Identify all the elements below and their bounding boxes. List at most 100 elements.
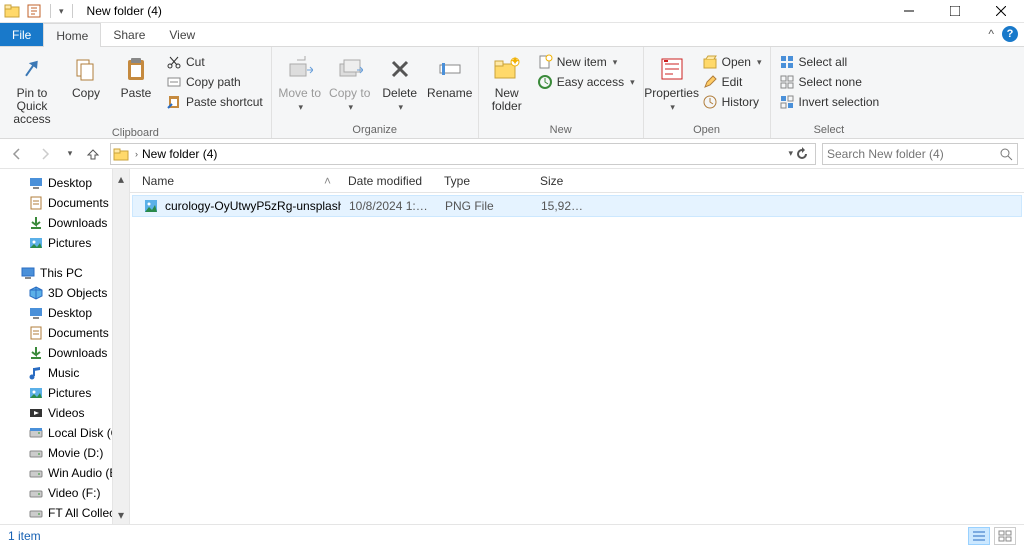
nav-quick-pictures[interactable]: Pictures📌 xyxy=(0,233,129,253)
chevron-right-icon[interactable]: › xyxy=(135,149,138,159)
delete-icon xyxy=(384,53,416,85)
select-all-button[interactable]: Select all xyxy=(775,53,884,71)
copy-button[interactable]: Copy xyxy=(62,49,110,100)
nav-desktop[interactable]: Desktop xyxy=(0,303,129,323)
nav-quick-downloads[interactable]: Downloads📌 xyxy=(0,213,129,233)
pin-label: Pin to Quick access xyxy=(4,87,60,127)
this-pc-icon xyxy=(20,265,36,281)
help-icon[interactable]: ? xyxy=(1002,26,1018,42)
scroll-down-icon[interactable]: ▾ xyxy=(114,507,129,522)
delete-button[interactable]: Delete▾ xyxy=(376,49,424,113)
forward-button[interactable] xyxy=(34,143,56,165)
col-name[interactable]: Name˄ xyxy=(130,174,340,188)
breadcrumb[interactable]: New folder (4) xyxy=(142,147,217,161)
cut-button[interactable]: Cut xyxy=(162,53,267,71)
file-row[interactable]: curology-OyUtwyP5zRg-unsplash10/8/2024 1… xyxy=(132,195,1022,217)
search-icon[interactable] xyxy=(999,147,1013,161)
properties-button[interactable]: Properties▾ xyxy=(648,49,696,113)
select-all-icon xyxy=(779,54,795,70)
tab-view[interactable]: View xyxy=(157,23,207,46)
tab-file[interactable]: File xyxy=(0,23,43,46)
nav-ft-all-collection[interactable]: FT All Collection xyxy=(0,503,129,523)
pin-icon xyxy=(16,53,48,85)
history-button[interactable]: History xyxy=(698,93,766,111)
close-button[interactable] xyxy=(978,0,1024,23)
3d-icon xyxy=(28,285,44,301)
ribbon-group-clipboard: Pin to Quick access Copy Paste Cut Copy … xyxy=(0,47,272,138)
col-date[interactable]: Date modified xyxy=(340,174,436,188)
nav-video-f-[interactable]: Video (F:) xyxy=(0,483,129,503)
ribbon-collapse-icon[interactable]: ^ xyxy=(988,27,994,41)
nav-this-pc[interactable]: This PC xyxy=(0,263,129,283)
recent-locations-button[interactable]: ▾ xyxy=(62,143,76,165)
search-input[interactable] xyxy=(827,147,995,161)
disk-icon xyxy=(28,425,44,441)
address-bar[interactable]: › New folder (4) ▾ xyxy=(110,143,816,165)
column-headers: Name˄ Date modified Type Size xyxy=(130,169,1024,193)
nav-local-disk-c-[interactable]: Local Disk (C:) xyxy=(0,423,129,443)
tab-home[interactable]: Home xyxy=(43,23,101,47)
open-icon xyxy=(702,54,718,70)
scroll-up-icon[interactable]: ▴ xyxy=(114,171,129,186)
rename-button[interactable]: Rename xyxy=(426,49,474,100)
status-bar: 1 item xyxy=(0,524,1024,546)
back-button[interactable] xyxy=(6,143,28,165)
ribbon: Pin to Quick access Copy Paste Cut Copy … xyxy=(0,47,1024,139)
paste-shortcut-button[interactable]: Paste shortcut xyxy=(162,93,267,111)
nav-audio-h-[interactable]: Audio (H:) xyxy=(0,523,129,524)
pin-quick-access-button[interactable]: Pin to Quick access xyxy=(4,49,60,127)
nav-videos[interactable]: Videos xyxy=(0,403,129,423)
nav-downloads[interactable]: Downloads xyxy=(0,343,129,363)
select-none-button[interactable]: Select none xyxy=(775,73,884,91)
nav-quick-desktop[interactable]: Desktop📌 xyxy=(0,173,129,193)
folder-icon xyxy=(4,3,20,19)
paste-shortcut-icon xyxy=(166,94,182,110)
nav-movie-d-[interactable]: Movie (D:) xyxy=(0,443,129,463)
qat-dropdown-icon[interactable]: ▾ xyxy=(59,6,64,17)
copy-to-button[interactable]: Copy to ▾ xyxy=(326,49,374,113)
scissors-icon xyxy=(166,54,182,70)
drive-icon xyxy=(28,465,44,481)
select-group-label: Select xyxy=(775,124,884,138)
copy-path-icon xyxy=(166,74,182,90)
maximize-button[interactable] xyxy=(932,0,978,23)
title-bar: ▾ New folder (4) xyxy=(0,0,1024,23)
minimize-button[interactable] xyxy=(886,0,932,23)
address-dropdown-icon[interactable]: ▾ xyxy=(788,148,793,159)
desktop-icon xyxy=(28,175,44,191)
nav-music[interactable]: Music xyxy=(0,363,129,383)
col-type[interactable]: Type xyxy=(436,174,532,188)
nav-pictures[interactable]: Pictures xyxy=(0,383,129,403)
up-button[interactable] xyxy=(82,143,104,165)
invert-selection-button[interactable]: Invert selection xyxy=(775,93,884,111)
tab-share[interactable]: Share xyxy=(101,23,157,46)
down-icon xyxy=(28,215,44,231)
nav-win-audio-e-[interactable]: Win Audio (E:) xyxy=(0,463,129,483)
file-list[interactable]: curology-OyUtwyP5zRg-unsplash10/8/2024 1… xyxy=(130,193,1024,524)
window-title: New folder (4) xyxy=(87,4,162,18)
open-button[interactable]: Open▾ xyxy=(698,53,766,71)
details-view-button[interactable] xyxy=(968,527,990,545)
copy-label: Copy xyxy=(72,87,100,100)
paste-button[interactable]: Paste xyxy=(112,49,160,100)
thumbnails-view-button[interactable] xyxy=(994,527,1016,545)
new-item-button[interactable]: New item▾ xyxy=(533,53,639,71)
copy-path-button[interactable]: Copy path xyxy=(162,73,267,91)
move-to-button[interactable]: Move to ▾ xyxy=(276,49,324,113)
copy-to-label: Copy to ▾ xyxy=(326,87,374,113)
nav-documents[interactable]: Documents xyxy=(0,323,129,343)
save-icon[interactable] xyxy=(26,3,42,19)
col-size[interactable]: Size xyxy=(532,174,592,188)
nav-3d-objects[interactable]: 3D Objects xyxy=(0,283,129,303)
nav-quick-documents[interactable]: Documents📌 xyxy=(0,193,129,213)
organize-group-label: Organize xyxy=(276,124,474,138)
easy-access-button[interactable]: Easy access▾ xyxy=(533,73,639,91)
properties-label: Properties▾ xyxy=(644,87,699,113)
new-folder-button[interactable]: ✦ New folder xyxy=(483,49,531,113)
refresh-button[interactable] xyxy=(795,147,809,161)
edit-button[interactable]: Edit xyxy=(698,73,766,91)
edit-icon xyxy=(702,74,718,90)
desktop-icon xyxy=(28,305,44,321)
nav-scrollbar[interactable]: ▴ ▾ xyxy=(112,169,129,524)
search-box[interactable] xyxy=(822,143,1018,165)
